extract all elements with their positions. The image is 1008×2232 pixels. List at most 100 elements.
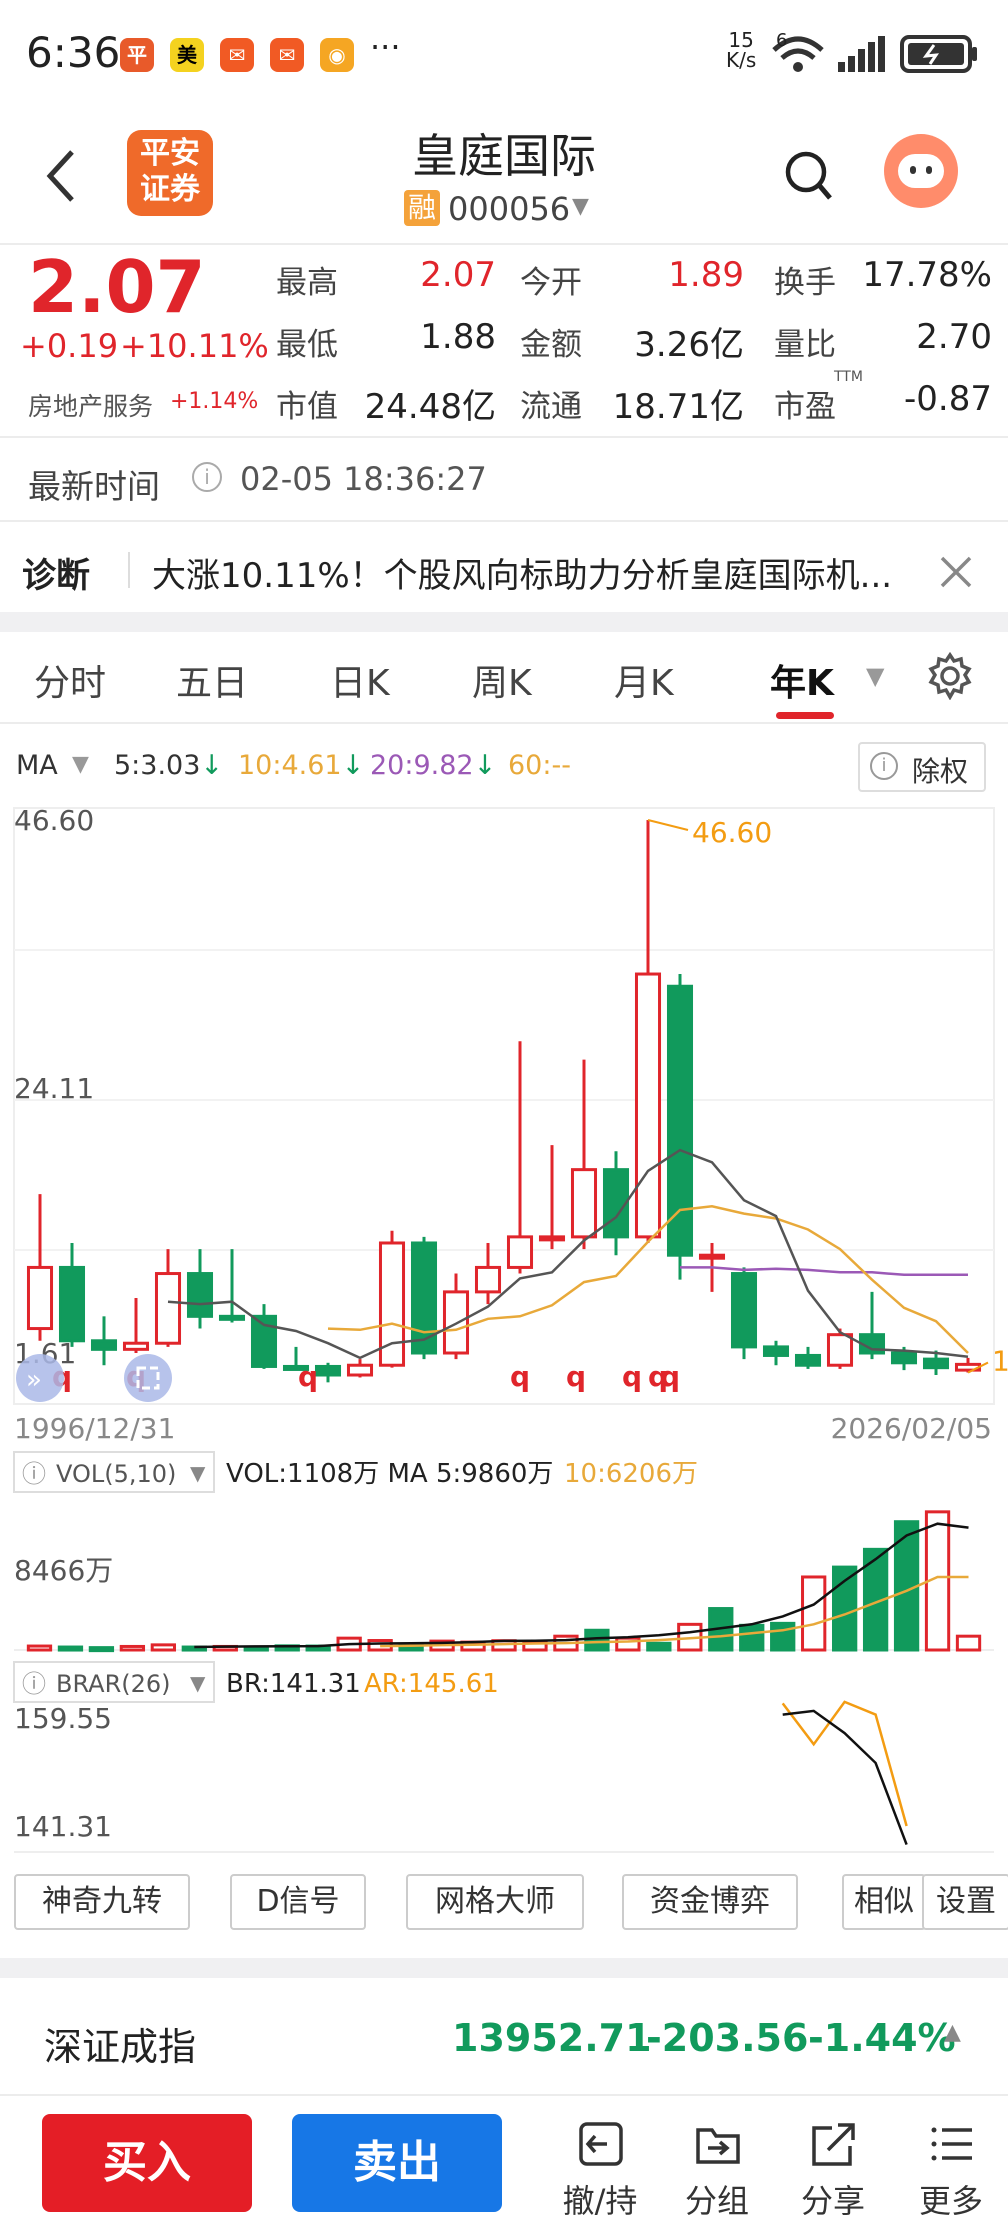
sector-name[interactable]: 房地产服务	[28, 387, 153, 423]
br-value: BR:141.31	[226, 1669, 361, 1699]
kline-chart[interactable]: 46.6024.111.6146.601.61qqqqqqqq»1996/12/…	[0, 800, 1008, 1860]
vol-value: VOL:1108万 MA 5:9860万	[226, 1459, 553, 1489]
tool-button-5[interactable]: 相似	[842, 1874, 926, 1930]
vol-y-label: 8466万	[14, 1554, 113, 1587]
status-bar: 6:36 平 美 ✉ ✉ ◉ ··· 15 K/s 6	[0, 0, 1008, 110]
brar-dropdown-icon: ▼	[190, 1671, 206, 1695]
index-value: 13952.71	[452, 2016, 652, 2060]
exright-info-icon: i	[870, 752, 898, 780]
tool-buttons: 神奇九转 D信号 网格大师 资金博弈 相似 设置	[0, 1874, 1008, 1934]
candle-body	[154, 1272, 182, 1345]
vol-dropdown-icon: ▼	[190, 1461, 206, 1485]
candle-body	[122, 1341, 150, 1351]
more-button[interactable]: 更多	[906, 2118, 996, 2228]
search-icon[interactable]	[784, 150, 836, 206]
brar-y-label-top: 159.55	[14, 1702, 112, 1735]
chart-settings-icon[interactable]	[926, 652, 974, 700]
index-change: -203.56	[646, 2016, 809, 2060]
candle-body	[26, 1265, 54, 1331]
volume-bar	[88, 1646, 115, 1653]
stock-header: 平安 证券 皇庭国际 融 000056 ▼	[0, 110, 1008, 245]
stock-code[interactable]: 000056	[448, 190, 570, 228]
max-pointer	[647, 819, 689, 831]
group-icon	[696, 2128, 740, 2164]
vol-ma10-value: 10:6206万	[564, 1459, 698, 1489]
candle-body	[890, 1351, 918, 1365]
candle-body	[58, 1265, 86, 1343]
candle-body	[506, 1235, 534, 1269]
share-icon	[812, 2123, 855, 2166]
tool-button-3[interactable]: 网格大师	[406, 1874, 584, 1930]
ma10-value: 10:4.61↓	[238, 750, 365, 781]
section-gap	[0, 612, 1008, 632]
tool-button-6[interactable]: 设置	[922, 1874, 1008, 1930]
cancel-hold-button[interactable]: 撤/持	[555, 2118, 645, 2228]
wifi-badge: 6	[776, 30, 788, 51]
pingan-icon: 平	[120, 38, 154, 72]
index-expand-icon[interactable]: ▲	[944, 2020, 961, 2045]
max-annotation: 46.60	[692, 816, 772, 849]
quote-value: 2.07	[420, 255, 496, 295]
feishu-icon: ✉	[220, 38, 254, 72]
tab-6[interactable]: 年K	[770, 654, 834, 706]
tab-1[interactable]: 分时	[34, 654, 106, 706]
assistant-avatar[interactable]	[884, 134, 958, 208]
tool-button-4[interactable]: 资金博弈	[622, 1874, 798, 1930]
tab-5[interactable]: 月K	[614, 654, 674, 706]
x-label-start: 1996/12/31	[14, 1412, 175, 1445]
brar-info-icon: ⓘ	[22, 1670, 46, 1698]
tab-dropdown-icon[interactable]: ▼	[866, 662, 884, 690]
ma20-value: 20:9.82↓	[370, 750, 497, 781]
group-button[interactable]: 分组	[672, 2118, 762, 2228]
candle-body	[730, 1272, 758, 1349]
volume-bar	[646, 1641, 672, 1652]
expand-chart-icon-glyph: »	[26, 1365, 42, 1395]
candle-body	[538, 1235, 566, 1242]
index-change-pct: -1.44%	[808, 2016, 956, 2060]
close-icon[interactable]	[938, 554, 974, 590]
meituan-icon: 美	[170, 38, 204, 72]
info-icon[interactable]: i	[192, 462, 222, 492]
diagnosis-text[interactable]: 大涨10.11%！个股风向标助力分析皇庭国际机...	[152, 548, 892, 597]
index-bar[interactable]: 深证成指 13952.71 -203.56 -1.44% ▲	[0, 1990, 1008, 2094]
diagnosis-label: 诊断	[22, 556, 90, 596]
quote-value: 1.89	[668, 255, 744, 295]
brar-y-label-bottom: 141.31	[14, 1810, 112, 1843]
share-label: 分享	[800, 2182, 865, 2220]
quote-panel: 2.07 +0.19 +10.11% 房地产服务 +1.14% 最高 2.07 今开…	[0, 245, 1008, 435]
ma-label[interactable]: MA	[16, 750, 58, 781]
exright-button[interactable]: i 除权	[858, 742, 986, 792]
candle-body	[666, 984, 694, 1257]
tab-4[interactable]: 周K	[472, 654, 532, 706]
quote-label: 金额	[520, 327, 582, 363]
update-time-label: 最新时间	[28, 467, 160, 506]
candle-body	[634, 972, 662, 1239]
tool-button-2[interactable]: D信号	[230, 1874, 366, 1930]
tabs-divider	[0, 722, 1008, 724]
candle-body	[922, 1357, 950, 1370]
ma-dropdown-icon[interactable]: ▼	[72, 752, 89, 777]
volume-bar	[739, 1623, 765, 1652]
code-dropdown-icon[interactable]: ▼	[572, 194, 589, 219]
ar-line	[781, 1700, 908, 1827]
tab-3[interactable]: 日K	[330, 654, 390, 706]
quote-label: 最低	[276, 327, 338, 363]
y-label-max: 46.60	[14, 804, 94, 837]
sell-button[interactable]: 卖出	[292, 2114, 502, 2212]
ma20-line	[680, 1266, 968, 1277]
ttm-label: TTM	[834, 369, 863, 385]
event-marker: q	[298, 1360, 318, 1393]
ma-legend: MA ▼ 5:3.03↓ 10:4.61↓ 20:9.82↓ 60:-- i 除…	[0, 730, 1008, 800]
br-line	[782, 1709, 908, 1846]
share-button[interactable]: 分享	[788, 2118, 878, 2228]
quote-value: 3.26亿	[634, 325, 744, 365]
buy-button[interactable]: 买入	[42, 2114, 252, 2212]
candle-body	[794, 1353, 822, 1367]
volume-bar	[26, 1644, 53, 1652]
fullscreen-icon	[124, 1354, 172, 1402]
tool-button-1[interactable]: 神奇九转	[14, 1874, 190, 1930]
diagnosis-row[interactable]: 诊断 大涨10.11%！个股风向标助力分析皇庭国际机...	[0, 522, 1008, 614]
tab-2[interactable]: 五日	[176, 654, 248, 706]
candle-body	[698, 1253, 726, 1260]
battery-icon	[900, 35, 977, 73]
